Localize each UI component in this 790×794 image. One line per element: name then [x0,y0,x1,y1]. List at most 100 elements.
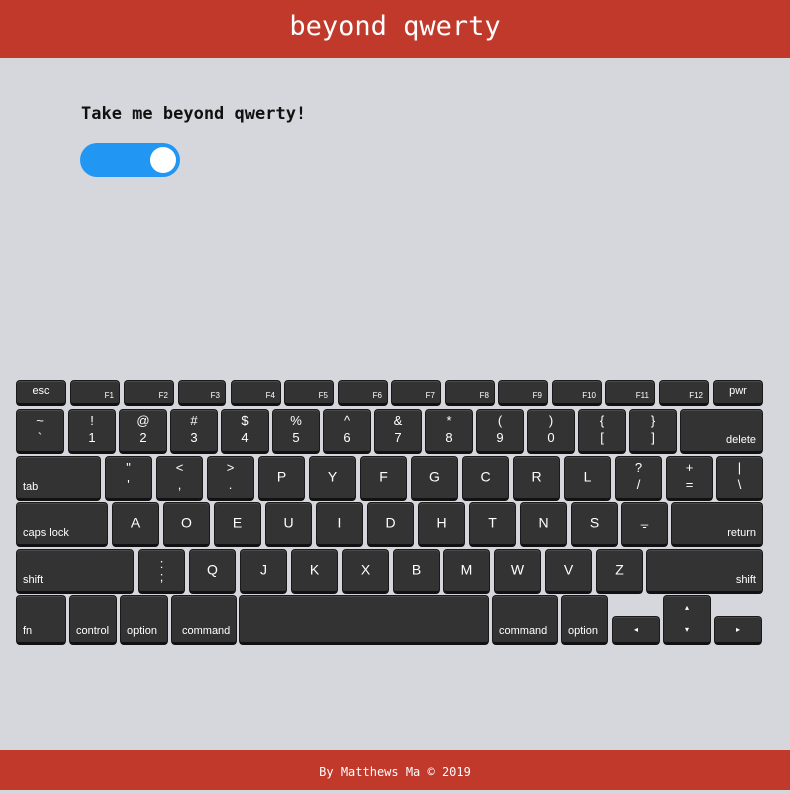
key-quote[interactable]: " ' [105,456,152,501]
key-control[interactable]: control [69,595,117,645]
key-label: fn [23,625,33,637]
key-f9[interactable]: F9 [498,380,548,406]
key-q[interactable]: Q [189,549,236,594]
key-k[interactable]: K [291,549,338,594]
key-7[interactable]: & 7 [374,409,422,454]
key-l[interactable]: L [564,456,611,501]
key-label: F10 [582,391,596,400]
key-option-left[interactable]: option [120,595,168,645]
key-equals[interactable]: + = [666,456,713,501]
key-r[interactable]: R [513,456,560,501]
key-f6[interactable]: F6 [338,380,388,406]
key-shift-label: } [650,413,656,428]
key-arrow-right[interactable]: ▸ [714,616,762,645]
key-p[interactable]: P [258,456,305,501]
key-f4[interactable]: F4 [231,380,281,406]
key-arrow-up-down[interactable]: ▴ ▾ [663,595,711,645]
key-label: option [568,625,598,637]
key-label: E [232,514,243,531]
key-power[interactable]: pwr [713,380,763,406]
key-label: P [276,468,287,485]
key-v[interactable]: V [545,549,592,594]
key-shift-label: < [175,460,184,475]
key-c[interactable]: C [462,456,509,501]
key-period[interactable]: >. [207,456,254,501]
key-g[interactable]: G [411,456,458,501]
key-o[interactable]: O [163,502,210,547]
key-shift-label: ! [90,413,94,428]
key-s[interactable]: S [571,502,618,547]
key-minus[interactable]: _ - [621,502,668,547]
key-label: option [127,625,157,637]
key-j[interactable]: J [240,549,287,594]
key-w[interactable]: W [494,549,541,594]
key-t[interactable]: T [469,502,516,547]
key-tab[interactable]: tab [16,456,101,501]
key-command-left[interactable]: command [171,595,237,645]
key-d[interactable]: D [367,502,414,547]
key-label: V [563,561,574,578]
key-fn[interactable]: fn [16,595,66,645]
key-f10[interactable]: F10 [552,380,602,406]
key-b[interactable]: B [393,549,440,594]
key-label: M [460,561,473,578]
key-8[interactable]: * 8 [425,409,473,454]
key-3[interactable]: #3 [170,409,218,454]
key-y[interactable]: Y [309,456,356,501]
key-option-right[interactable]: option [561,595,608,645]
key-f12[interactable]: F12 [659,380,709,406]
key-a[interactable]: A [112,502,159,547]
key-command-right[interactable]: command [492,595,558,645]
key-label: 2 [139,430,147,445]
key-shift-right[interactable]: shift [646,549,763,594]
key-shift-label: @ [136,413,150,428]
key-z[interactable]: Z [596,549,643,594]
key-0[interactable]: ) 0 [527,409,575,454]
key-shift-label: ? [634,460,643,475]
key-h[interactable]: H [418,502,465,547]
key-9[interactable]: (9 [476,409,524,454]
key-esc[interactable]: esc [16,380,66,406]
key-e[interactable]: E [214,502,261,547]
key-u[interactable]: U [265,502,312,547]
key-f8[interactable]: F8 [445,380,495,406]
key-i[interactable]: I [316,502,363,547]
key-semicolon[interactable]: :; [138,549,185,594]
key-m[interactable]: M [443,549,490,594]
key-slash[interactable]: ? / [615,456,662,501]
arrow-left-icon: ◂ [633,625,638,634]
key-1[interactable]: ! 1 [68,409,116,454]
key-label: F6 [372,391,382,400]
key-f11[interactable]: F11 [605,380,655,406]
key-backslash[interactable]: | \ [716,456,763,501]
key-f2[interactable]: F2 [124,380,174,406]
key-shift-left[interactable]: shift [16,549,134,594]
key-2[interactable]: @2 [119,409,167,454]
key-f3[interactable]: F3 [178,380,226,406]
key-4[interactable]: $4 [221,409,269,454]
key-shift-label: $ [241,413,249,428]
key-5[interactable]: % 5 [272,409,320,454]
toggle-knob [150,147,176,173]
key-x[interactable]: X [342,549,389,594]
key-left-bracket[interactable]: {[ [578,409,626,454]
key-f1[interactable]: F1 [70,380,120,406]
key-f7[interactable]: F7 [391,380,441,406]
key-f[interactable]: F [360,456,407,501]
key-space[interactable] [239,595,489,645]
key-caps-lock[interactable]: caps lock [16,502,108,547]
key-comma[interactable]: <, [156,456,203,501]
prompt-label: Take me beyond qwerty! [81,104,307,124]
beyond-qwerty-toggle[interactable] [80,143,180,177]
key-n[interactable]: N [520,502,567,547]
key-6[interactable]: ^ 6 [323,409,371,454]
key-arrow-left[interactable]: ◂ [612,616,660,645]
key-f5[interactable]: F5 [284,380,334,406]
arrow-down-icon: ▾ [684,625,689,634]
key-tilde[interactable]: ~ ` [16,409,64,454]
key-label: 3 [190,430,198,445]
key-label: K [309,561,320,578]
key-return[interactable]: return [671,502,763,547]
key-delete[interactable]: delete [680,409,763,454]
key-right-bracket[interactable]: }] [629,409,677,454]
